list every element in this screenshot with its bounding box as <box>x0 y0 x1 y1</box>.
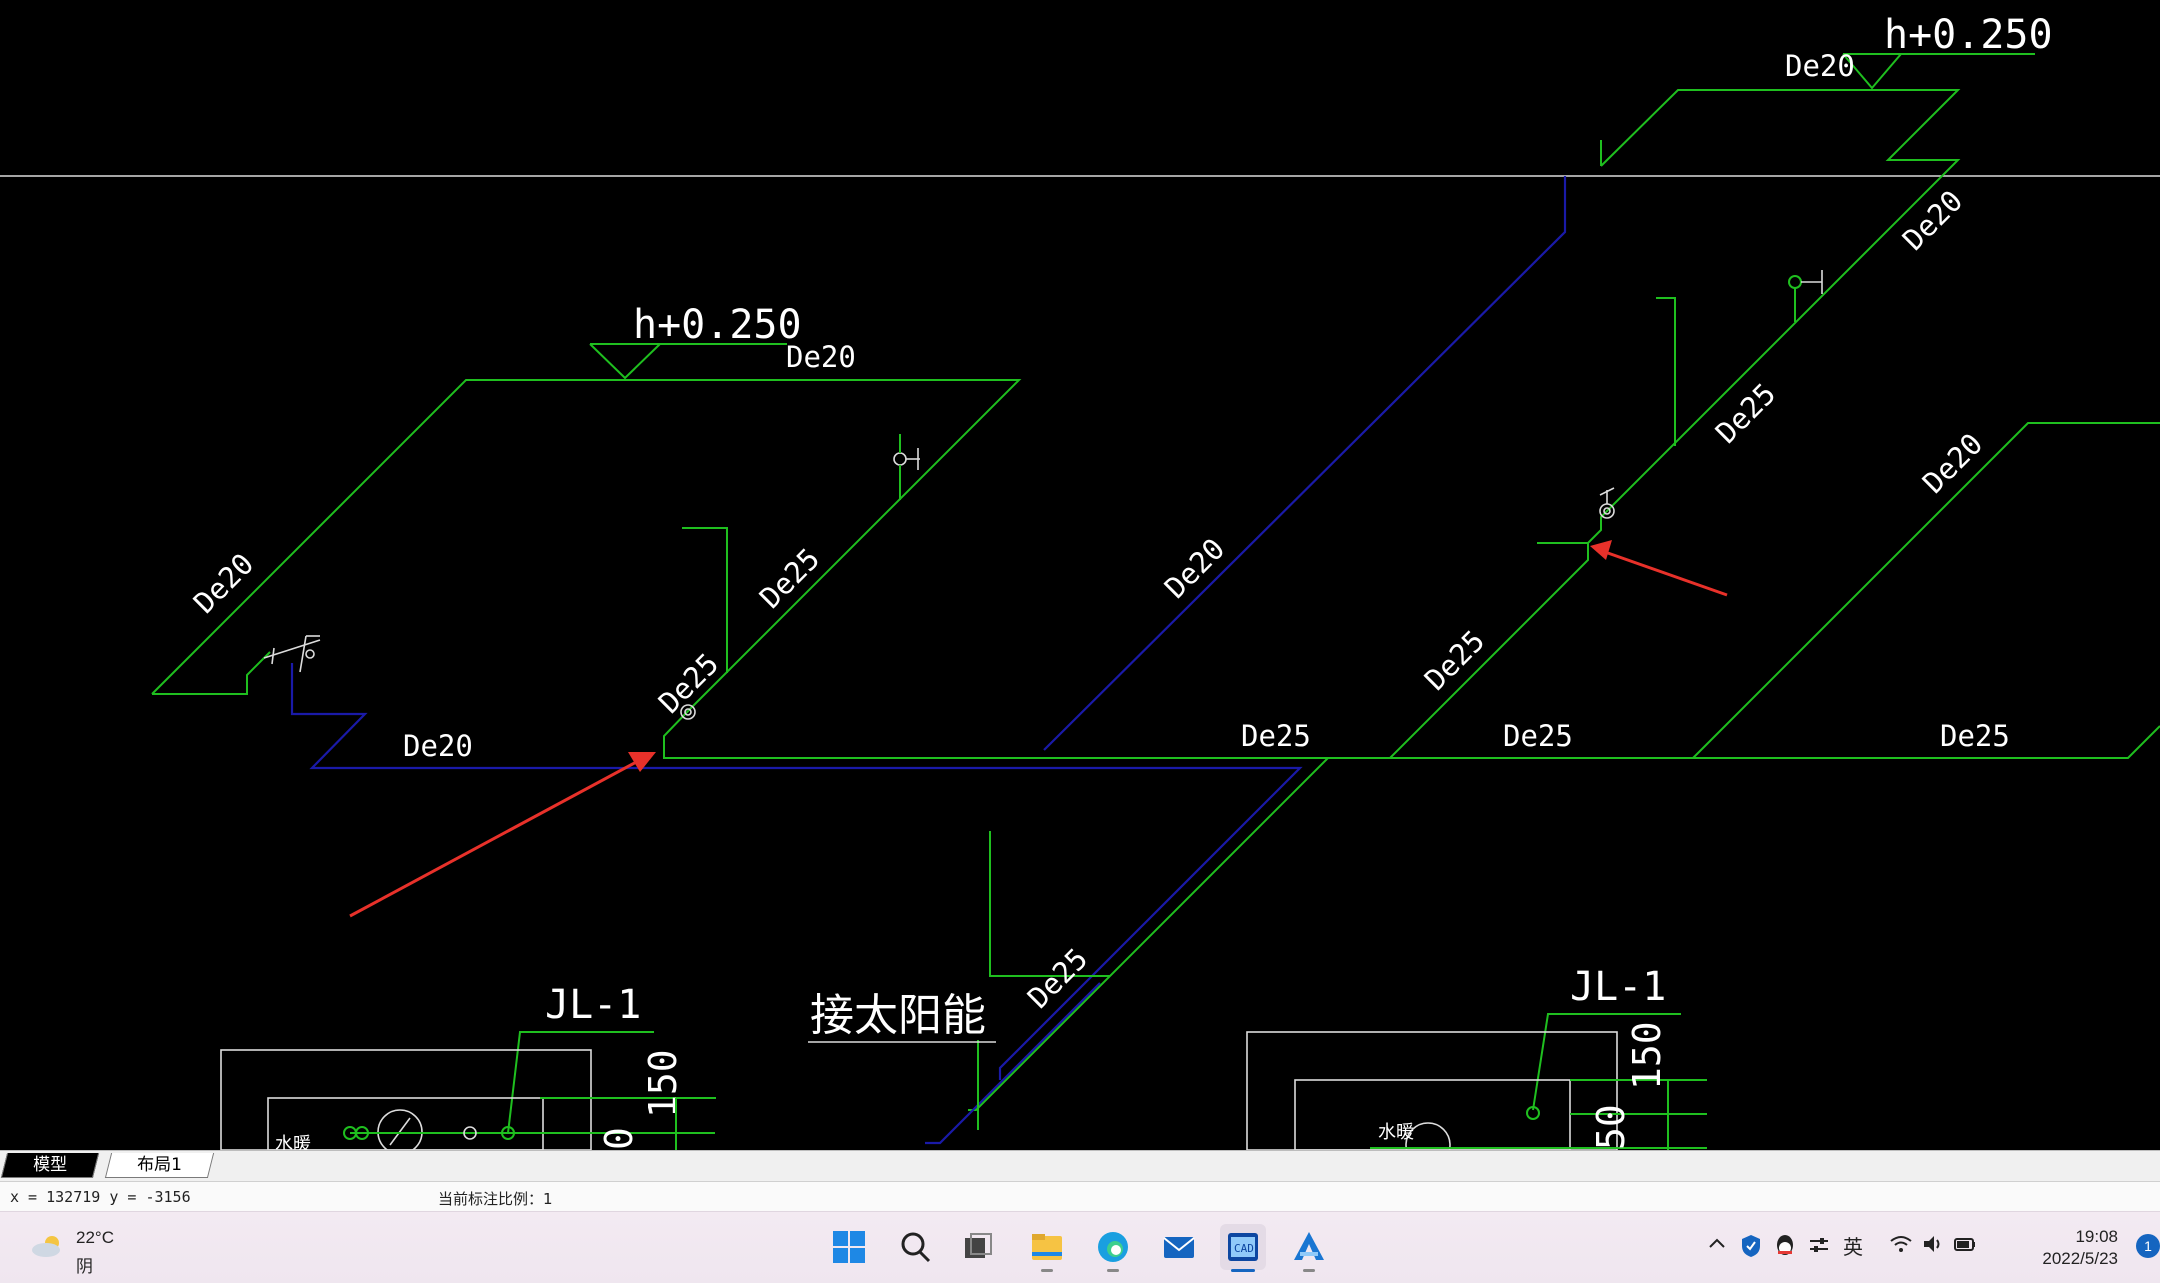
system-tray: 英 19:08 2022/5/23 1 <box>1690 1212 2160 1283</box>
label-water-heater-right: 水暖 <box>1378 1122 1414 1143</box>
shield-icon[interactable] <box>1738 1234 1764 1260</box>
ime-indicator[interactable]: 英 <box>1840 1234 1866 1260</box>
system-clock[interactable]: 19:08 2022/5/23 <box>2008 1226 2118 1270</box>
mail-icon[interactable] <box>1156 1224 1202 1270</box>
label-de20-left-bottom: De20 <box>403 729 473 763</box>
red-arrow-right <box>1590 540 1728 597</box>
dim-50-right: 50 <box>1589 1104 1633 1150</box>
meter-icon-left <box>377 1109 423 1150</box>
label-de25-mid-h: De25 <box>1241 719 1311 753</box>
task-view-icon[interactable] <box>955 1224 1001 1270</box>
elevation-mark-top-right: h+0.250 <box>1842 12 2053 90</box>
label-jl1-left: JL-1 <box>545 982 641 1028</box>
weather-widget[interactable]: 22°C 阴 <box>26 1226 166 1277</box>
annotation-scale: 当前标注比例：1 <box>438 1190 553 1208</box>
autocad-icon[interactable] <box>1286 1224 1332 1272</box>
label-de20-right-diag: De20 <box>1896 184 1969 257</box>
pipe-green-lower-diag <box>968 757 1329 1111</box>
weather-condition: 阴 <box>76 1257 93 1277</box>
label-de20-top-right: De20 <box>1785 49 1855 83</box>
file-explorer-icon[interactable] <box>1024 1224 1070 1272</box>
clock-date: 2022/5/23 <box>2042 1249 2118 1268</box>
label-solar: 接太阳能 <box>810 990 986 1041</box>
cad-drawing-canvas[interactable]: h+0.250 De20 De20 De25 De25 De20 De25 De… <box>0 0 2160 1150</box>
chevron-up-icon[interactable] <box>1704 1234 1730 1260</box>
qq-icon[interactable] <box>1772 1234 1798 1260</box>
cursor-coordinates: x = 132719 y = -3156 <box>10 1188 191 1206</box>
label-de20-mid-diag: De20 <box>1158 532 1231 605</box>
cloud-icon <box>32 1236 60 1257</box>
label-water-heater-left: 水暖 <box>275 1134 311 1150</box>
label-de20-left-top: De20 <box>786 340 856 374</box>
valve-icon-right-arrow <box>1599 487 1615 519</box>
label-de25-mid-h2: De25 <box>1503 719 1573 753</box>
label-de25-right-diag: De25 <box>1709 377 1782 450</box>
valve-icon-right-upper <box>1788 270 1823 322</box>
label-de25-mid-diag: De25 <box>1418 624 1491 697</box>
windows-taskbar: 22°C 阴 CAD 英 19:08 2022/5/23 1 <box>0 1211 2160 1283</box>
pipe-green-lower-riser <box>989 831 1110 977</box>
weather-temperature: 22°C <box>76 1228 114 1247</box>
label-de25-far-right-h: De25 <box>1940 719 2010 753</box>
start-icon[interactable] <box>826 1224 872 1270</box>
pipe-left-bottom <box>152 651 271 695</box>
pipe-jl1-left <box>507 1031 654 1134</box>
search-icon[interactable] <box>892 1224 938 1270</box>
red-arrow-left <box>349 752 656 918</box>
label-de20-left-diag: De20 <box>187 547 260 620</box>
edge-icon[interactable] <box>1090 1224 1136 1272</box>
dim-150-left: 150 <box>641 1049 685 1118</box>
status-bar: x = 132719 y = -3156 当前标注比例：1 <box>0 1181 2160 1212</box>
pipe-left-loop <box>151 379 1022 758</box>
label-de25-left-diag1: De25 <box>753 542 826 615</box>
svg-text:CAD: CAD <box>1234 1242 1254 1255</box>
volume-icon[interactable] <box>1920 1234 1946 1260</box>
fixture-outline-right <box>1246 1031 1618 1150</box>
valve-icon-left-upper <box>893 434 920 500</box>
label-jl1-right: JL-1 <box>1570 964 1666 1010</box>
label-de20-far-right: De20 <box>1916 427 1989 500</box>
battery-icon[interactable] <box>1952 1234 1978 1260</box>
pipe-main-horizontal <box>663 725 2160 759</box>
dim-150-right: 150 <box>1625 1021 1669 1090</box>
svg-text:h+0.250: h+0.250 <box>1884 12 2053 58</box>
layout-tab-bar: 模型 布局1 <box>0 1150 2160 1181</box>
riser-right <box>1656 297 1676 446</box>
cad-app-icon[interactable]: CAD <box>1220 1224 1266 1272</box>
settings-sliders-icon[interactable] <box>1806 1234 1832 1260</box>
tab-model[interactable]: 模型 <box>0 1153 100 1178</box>
pipe-blue-lower-left <box>290 663 1303 1080</box>
notification-badge[interactable]: 1 <box>2136 1234 2160 1258</box>
svg-text:h+0.250: h+0.250 <box>633 302 802 348</box>
clock-time: 19:08 <box>2075 1227 2118 1246</box>
dim-0-left: 0 <box>597 1127 641 1150</box>
pipe-blue-long-diag <box>1043 176 1567 751</box>
tab-layout1[interactable]: 布局1 <box>104 1153 214 1178</box>
elevation-mark-left: h+0.250 <box>589 302 802 380</box>
wifi-icon[interactable] <box>1888 1234 1914 1260</box>
